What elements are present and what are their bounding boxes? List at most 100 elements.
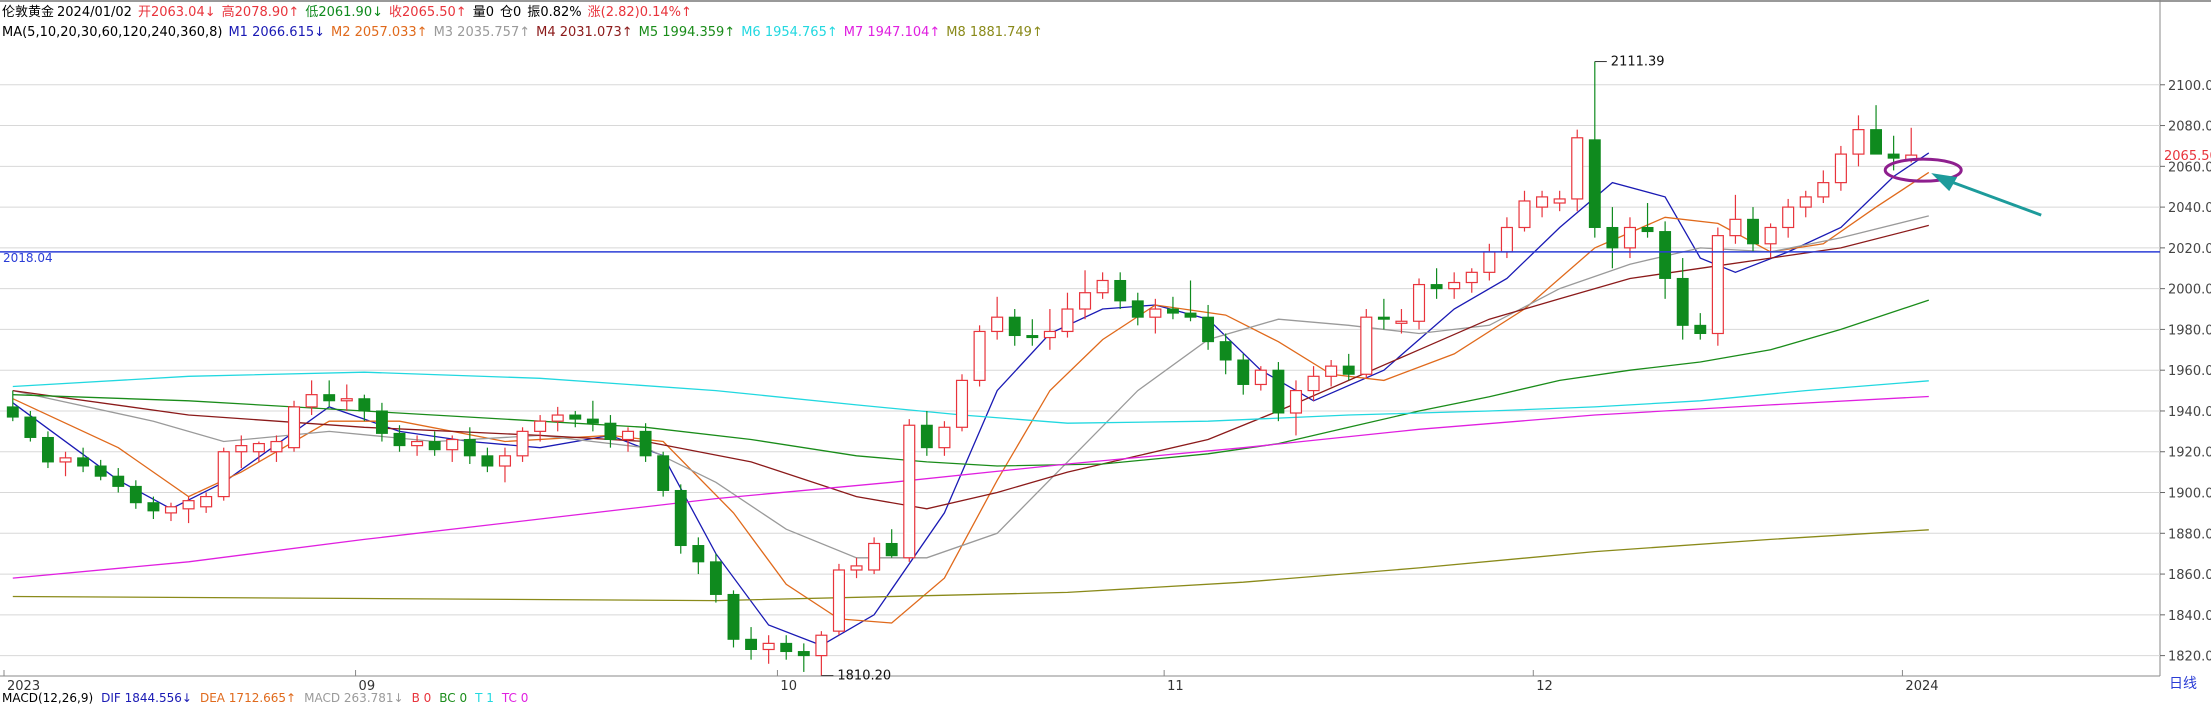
candle[interactable] [200, 492, 213, 513]
candle[interactable] [762, 635, 775, 664]
candle[interactable] [569, 410, 582, 428]
candle[interactable] [1764, 223, 1777, 259]
candle[interactable] [1553, 190, 1566, 212]
candle[interactable] [1272, 362, 1285, 422]
candle[interactable] [1008, 309, 1021, 346]
candle[interactable] [1571, 129, 1584, 212]
period-tab-daily[interactable]: 日线 [2160, 672, 2206, 696]
candle[interactable] [217, 447, 230, 501]
candle[interactable] [1905, 127, 1918, 163]
candle[interactable] [129, 480, 142, 509]
candle[interactable] [674, 484, 687, 554]
candle[interactable] [1061, 292, 1074, 338]
candlestick-chart[interactable]: 2023 09 10 11 12 2024 2018.042111.391810.20 1… [0, 0, 2211, 703]
candle-body [1553, 198, 1566, 204]
candle[interactable] [112, 468, 125, 493]
candle[interactable] [1026, 319, 1039, 346]
candle[interactable] [973, 325, 986, 387]
candle[interactable] [252, 441, 265, 462]
candle[interactable] [1325, 360, 1338, 387]
candle[interactable] [692, 537, 705, 575]
candle[interactable] [1694, 313, 1707, 340]
candle[interactable] [340, 384, 353, 411]
candle[interactable] [621, 427, 635, 452]
candle[interactable] [1782, 198, 1795, 238]
candle[interactable] [498, 447, 512, 483]
candle[interactable] [727, 590, 740, 648]
candle[interactable] [586, 400, 599, 432]
candle[interactable] [446, 435, 459, 462]
candle[interactable] [1412, 278, 1426, 330]
candle[interactable] [1536, 190, 1549, 218]
candle[interactable] [1237, 353, 1250, 395]
candle[interactable] [903, 419, 916, 562]
candle[interactable] [94, 459, 107, 481]
candle[interactable] [1834, 145, 1847, 191]
candle[interactable] [920, 410, 933, 456]
ma-line-m4 [12, 224, 1929, 510]
candle[interactable] [411, 435, 424, 456]
candle[interactable] [991, 296, 1004, 340]
candle[interactable] [270, 435, 283, 462]
candle[interactable] [1870, 105, 1883, 155]
candle[interactable] [850, 557, 863, 579]
candle[interactable] [1184, 280, 1197, 322]
candle[interactable] [868, 537, 881, 575]
candle-body [1834, 153, 1847, 184]
candle[interactable] [832, 563, 846, 636]
candles[interactable] [6, 61, 1918, 676]
candle[interactable] [1747, 207, 1759, 252]
candle[interactable] [639, 423, 652, 462]
candle[interactable] [164, 502, 178, 522]
candle[interactable] [1254, 366, 1267, 391]
candle[interactable] [1852, 115, 1865, 167]
candle[interactable] [287, 400, 301, 452]
candle[interactable] [955, 374, 969, 432]
candle[interactable] [305, 380, 318, 416]
candle[interactable] [1448, 272, 1461, 299]
amplitude-value: 振0.82% [527, 5, 581, 20]
candle[interactable] [24, 410, 37, 442]
candle-body [991, 316, 1004, 333]
candle[interactable] [323, 380, 336, 407]
candle[interactable] [516, 427, 529, 462]
candle[interactable] [1588, 61, 1601, 238]
candle[interactable] [1483, 243, 1496, 281]
candle[interactable] [1430, 268, 1443, 299]
candle[interactable] [1641, 203, 1654, 238]
candle[interactable] [657, 451, 670, 497]
candle[interactable] [59, 451, 72, 477]
candle[interactable] [709, 553, 722, 603]
candle[interactable] [745, 627, 758, 660]
candle[interactable] [182, 496, 195, 524]
candle[interactable] [1096, 272, 1109, 299]
candle[interactable] [797, 643, 810, 672]
candle[interactable] [534, 415, 547, 442]
candle-body [1307, 375, 1320, 392]
candle[interactable] [815, 631, 828, 676]
candle[interactable] [41, 431, 54, 469]
ma-line-m5 [12, 299, 1930, 467]
candle-body [780, 642, 793, 653]
candle[interactable] [938, 421, 951, 456]
candle-body [411, 440, 424, 447]
candle[interactable] [1360, 309, 1373, 379]
candle[interactable] [1131, 292, 1144, 326]
candle[interactable] [1659, 221, 1672, 299]
candle-body [1131, 300, 1144, 318]
candle[interactable] [1078, 270, 1092, 320]
candle[interactable] [1729, 194, 1742, 244]
candle[interactable] [1307, 366, 1320, 401]
candle-body [1254, 369, 1267, 386]
candle-body [1887, 153, 1900, 159]
candle[interactable] [1377, 298, 1390, 330]
candle[interactable] [147, 496, 160, 520]
candle[interactable] [1518, 190, 1531, 232]
candle[interactable] [1149, 298, 1162, 334]
candle[interactable] [1606, 207, 1619, 269]
candle[interactable] [1711, 227, 1724, 346]
candle[interactable] [1799, 190, 1812, 218]
candle[interactable] [1114, 272, 1127, 310]
candle[interactable] [1817, 170, 1830, 204]
instrument-name: 伦敦黄金 [2, 5, 55, 20]
